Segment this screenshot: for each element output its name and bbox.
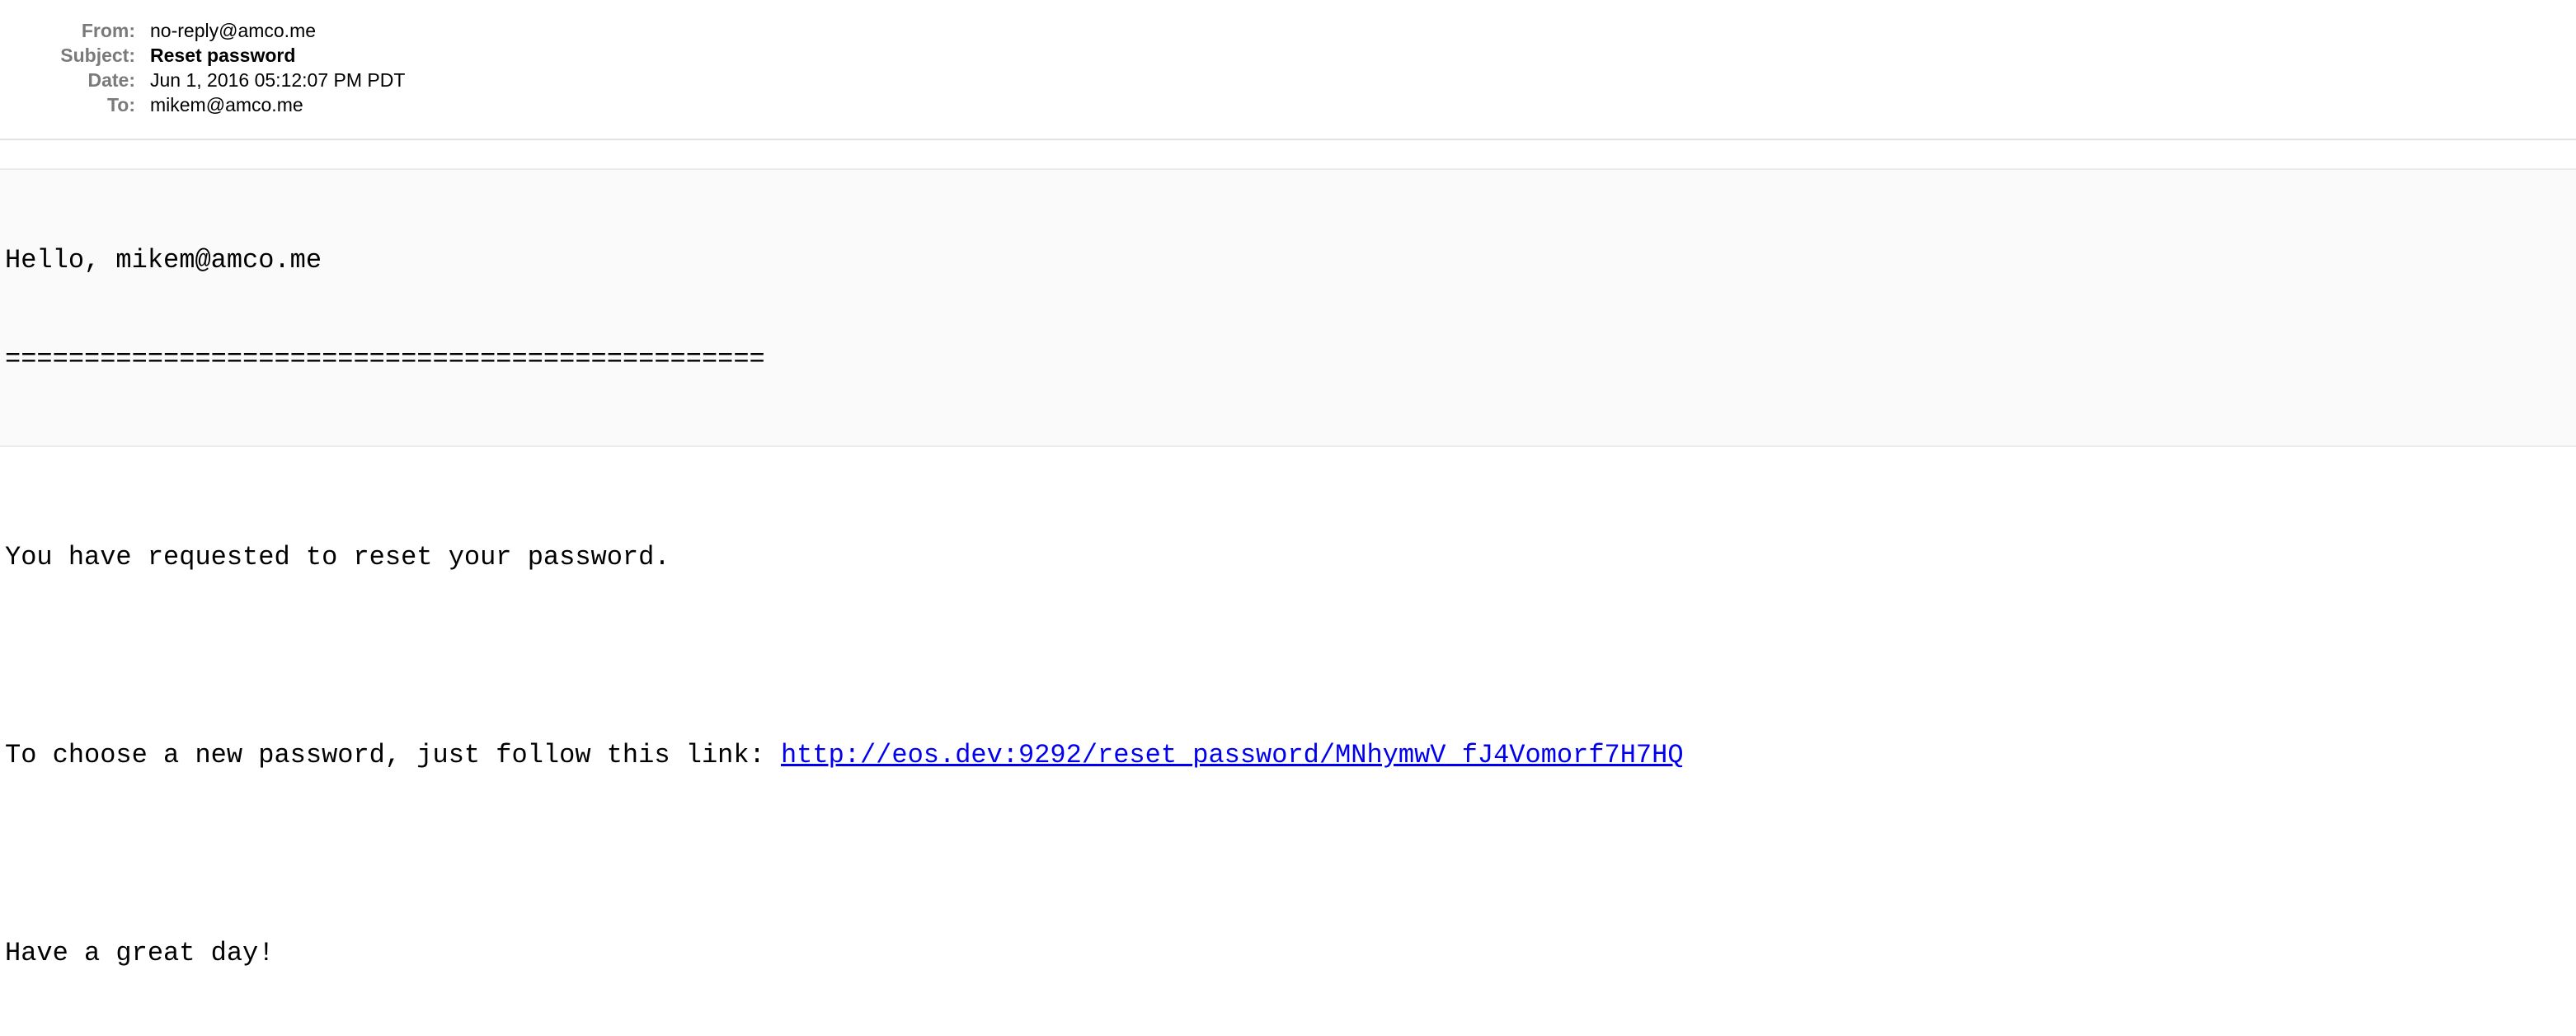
date-value: Jun 1, 2016 05:12:07 PM PDT [150,69,406,91]
header-to: To: mikem@amco.me [0,92,2576,117]
request-line: You have requested to reset your passwor… [5,542,670,572]
from-value[interactable]: no-reply@amco.me [150,18,316,43]
header-subject: Subject: Reset password [0,43,2576,68]
to-label: To: [106,94,135,115]
header-date: Date: Jun 1, 2016 05:12:07 PM PDT [0,68,2576,92]
message-text: Hello, mikem@amco.me ===================… [0,170,2576,1036]
link-prefix: To choose a new password, just follow th… [5,740,781,770]
link-line: To choose a new password, just follow th… [5,739,2576,772]
subject-value: Reset password [150,45,296,66]
header-divider [0,139,2576,140]
header-from: From: no-reply@amco.me [0,18,2576,43]
subject-label: Subject: [60,45,135,66]
reset-password-link[interactable]: http://eos.dev:9292/reset_password/MNhym… [781,740,1684,770]
closing-line: Have a great day! [5,938,275,968]
date-label: Date: [87,69,135,91]
from-label: From: [81,20,135,41]
message-body: Hello, mikem@amco.me ===================… [0,168,2576,968]
email-headers: From: no-reply@amco.me Subject: Reset pa… [0,18,2576,117]
greeting-line: Hello, mikem@amco.me [5,245,322,275]
to-value[interactable]: mikem@amco.me [150,92,303,117]
greeting-underline: ========================================… [5,344,765,374]
